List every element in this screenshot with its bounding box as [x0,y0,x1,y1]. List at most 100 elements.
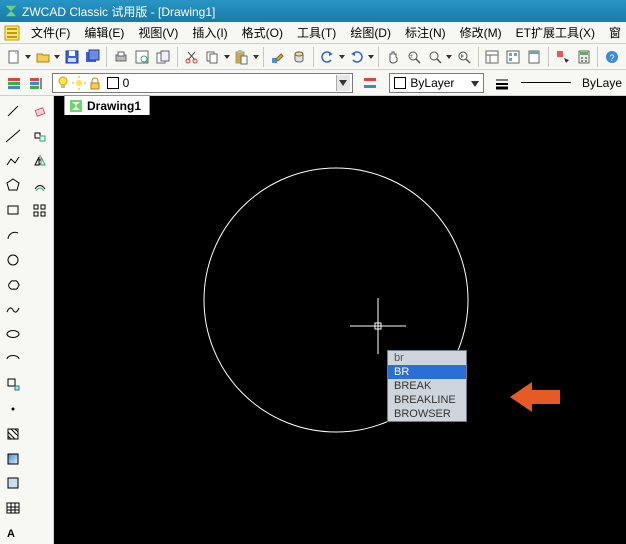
autocomplete-item[interactable]: BREAKLINE [388,393,466,407]
menu-tools[interactable]: 工具(T) [290,22,343,43]
cut-button[interactable] [182,46,202,68]
layer-toolbar: 0 ByLayer ByLaye [0,70,626,96]
ellipse-tool[interactable] [2,323,24,345]
arc-tool[interactable] [2,224,24,246]
separator [597,47,598,67]
drawing-canvas[interactable]: brBRBREAKBREAKLINEBROWSER [54,114,626,544]
rectangle-tool[interactable] [2,199,24,221]
region-tool[interactable] [2,472,24,494]
array-tool[interactable] [29,200,51,222]
hatch-tool[interactable] [2,423,24,445]
layermgr-button[interactable] [26,72,47,94]
saveall-button[interactable] [83,46,103,68]
ellipsearc-tool[interactable] [2,348,24,370]
matchprop-button[interactable] [268,46,288,68]
new-dropdown-arrow[interactable] [25,55,32,59]
smartselect-button[interactable] [553,46,573,68]
draw-toolbar: A [0,96,27,544]
left-toolbars: A [0,96,54,544]
pline-tool[interactable] [2,150,24,172]
new-button[interactable] [4,46,24,68]
redo-button[interactable] [347,46,367,68]
block-button[interactable] [289,46,309,68]
layer-name: 0 [123,76,130,90]
lock-icon [87,75,103,91]
menu-file[interactable]: 文件(F) [24,22,77,43]
revcloud-tool[interactable] [2,274,24,296]
color-name: ByLayer [410,76,454,90]
window-title: ZWCAD Classic 试用版 - [Drawing1] [22,3,215,20]
menu-modify[interactable]: 修改(M) [453,22,509,43]
autocomplete-item[interactable]: BREAK [388,379,466,393]
copy-tool[interactable] [29,125,51,147]
insertblock-tool[interactable] [2,373,24,395]
linetype-sample [521,73,577,93]
help-button[interactable]: ? [602,46,622,68]
menu-insert[interactable]: 插入(I) [185,22,234,43]
mtext-tool[interactable]: A [2,522,24,544]
separator [177,47,178,67]
menu-dim[interactable]: 标注(N) [398,22,453,43]
zoom-rt-button[interactable]: ± [404,46,424,68]
zoom-window-button[interactable] [425,46,445,68]
line-tool[interactable] [2,100,24,122]
color-combo-arrow[interactable] [471,76,479,90]
menu-etext[interactable]: ET扩展工具(X) [509,22,602,43]
zoom-prev-button[interactable] [454,46,474,68]
designcenter-button[interactable] [503,46,523,68]
pan-button[interactable] [383,46,403,68]
table-tool[interactable] [2,497,24,519]
menu-edit[interactable]: 编辑(E) [77,22,131,43]
offset-tool[interactable] [29,175,51,197]
layer-combo[interactable]: 0 [52,73,353,93]
mirror-tool[interactable] [29,150,51,172]
menu-format[interactable]: 格式(O) [235,22,290,43]
print-button[interactable] [111,46,131,68]
preview-button[interactable] [132,46,152,68]
autocomplete-item[interactable]: BR [388,365,466,379]
save-button[interactable] [62,46,82,68]
autocomplete-item[interactable]: BROWSER [388,407,466,421]
paste-dropdown-arrow[interactable] [252,55,259,59]
copy-button[interactable] [202,46,222,68]
toolpalette-button[interactable] [524,46,544,68]
zoom-dropdown-arrow[interactable] [446,55,453,59]
properties-button[interactable] [483,46,503,68]
menu-window[interactable]: 窗 [602,22,626,43]
layerstate-button[interactable] [4,72,25,94]
color-combo[interactable]: ByLayer [389,73,484,93]
standard-toolbar: ± ? [0,44,626,70]
document-tab[interactable]: Drawing1 [64,95,150,115]
lineweight-button[interactable] [491,72,514,94]
undo-button[interactable] [318,46,338,68]
erase-tool[interactable] [29,100,51,122]
menu-view[interactable]: 视图(V) [131,22,185,43]
redo-dropdown-arrow[interactable] [367,55,374,59]
xline-tool[interactable] [2,125,24,147]
paste-button[interactable] [231,46,251,68]
gradient-tool[interactable] [2,448,24,470]
doc-icon [69,99,83,113]
app-menu-icon[interactable] [4,24,20,42]
open-dropdown-arrow[interactable] [54,55,61,59]
calc-button[interactable] [574,46,594,68]
circle-tool[interactable] [2,249,24,271]
layer-combo-arrow[interactable] [336,75,350,91]
separator [548,47,549,67]
copy-dropdown-arrow[interactable] [223,55,230,59]
layeriso-button[interactable] [360,72,381,94]
open-button[interactable] [33,46,53,68]
point-tool[interactable] [2,398,24,420]
separator [478,47,479,67]
modify-toolbar [27,96,54,544]
workspace: A Drawing1 brBRBREAKBREAKLINEBROWSER [0,96,626,544]
menu-draw[interactable]: 绘图(D) [343,22,398,43]
svg-text:A: A [7,528,15,540]
title-bar: ZWCAD Classic 试用版 - [Drawing1] [0,0,626,22]
polygon-tool[interactable] [2,174,24,196]
command-autocomplete[interactable]: brBRBREAKBREAKLINEBROWSER [387,350,467,422]
spline-tool[interactable] [2,299,24,321]
separator [378,47,379,67]
undo-dropdown-arrow[interactable] [338,55,345,59]
publish-button[interactable] [153,46,173,68]
